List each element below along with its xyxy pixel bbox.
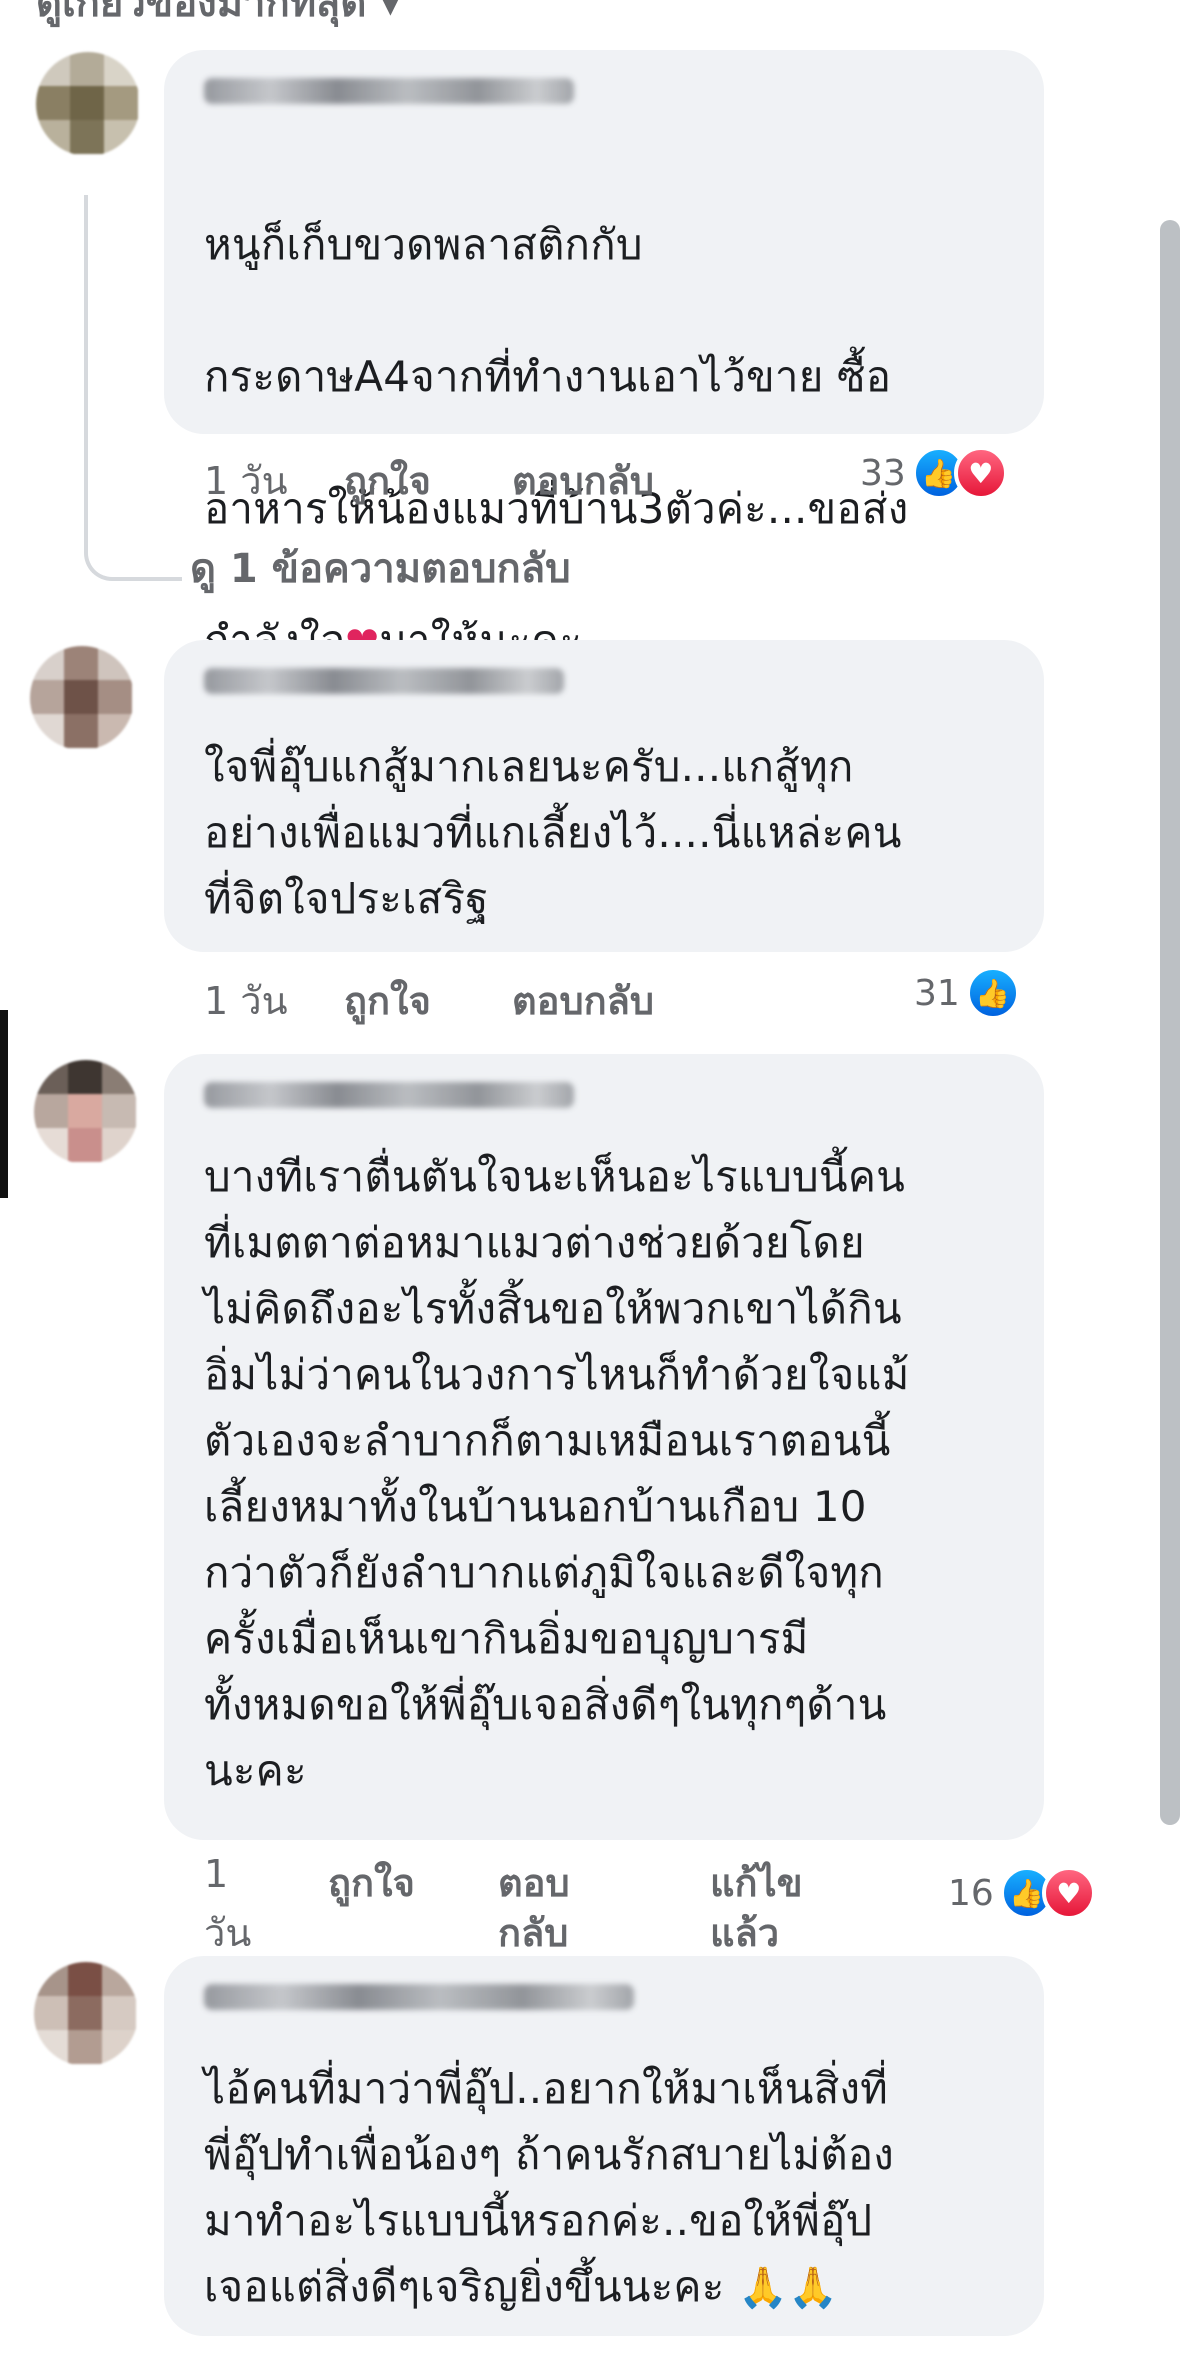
avatar[interactable]: [30, 646, 134, 750]
reaction-count: 16: [948, 1872, 994, 1914]
commenter-name-blurred[interactable]: [204, 1082, 574, 1108]
like-reaction-icon: 👍: [965, 966, 1020, 1020]
reaction-summary[interactable]: 16 👍 ♥: [948, 1866, 1096, 1920]
pray-emoji-icon: 🙏🙏: [738, 2265, 839, 2311]
comment-bubble: บางทีเราตื่นตันใจนะเห็นอะไรแบบนี้คน ที่เ…: [164, 1054, 1044, 1840]
view-replies-link[interactable]: ดู 1 ข้อความตอบกลับ: [190, 536, 571, 600]
comment-time[interactable]: 1 วัน: [204, 450, 288, 511]
comment-text: บางทีเราตื่นตันใจนะเห็นอะไรแบบนี้คน ที่เ…: [204, 1152, 910, 1795]
love-reaction-icon: ♥: [1041, 1866, 1096, 1920]
like-button[interactable]: ถูกใจ: [328, 1852, 415, 1913]
reaction-count: 31: [914, 972, 960, 1014]
reaction-count: 33: [860, 452, 906, 494]
sort-label[interactable]: ดูเกี่ยวข้องมากที่สุด ▾: [36, 0, 400, 34]
left-edge-marker: [0, 1010, 8, 1198]
comment-bubble: ใจพี่อุ๊บแกสู้มากเลยนะครับ...แกสู้ทุก อย…: [164, 640, 1044, 952]
love-reaction-icon: ♥: [953, 446, 1008, 500]
comment-text: ไอ้คนที่มาว่าพี่อุ๊ป..อยากให้มาเห็นสิ่งท…: [204, 2064, 894, 2311]
comment-actions: 1 วัน ถูกใจ ตอบ กลับ แก้ไข แล้ว: [204, 1852, 1064, 1962]
comment-time[interactable]: 1: [204, 1852, 228, 1896]
like-button[interactable]: ถูกใจ: [344, 450, 431, 511]
reply-button[interactable]: ตอบกลับ: [512, 970, 654, 1031]
avatar[interactable]: [36, 52, 140, 156]
comments-page: ดูเกี่ยวข้องมากที่สุด ▾ หนูก็เก็บขวดพลาส…: [0, 0, 1200, 2356]
comment-time[interactable]: วัน: [204, 1902, 251, 1963]
commenter-name-blurred[interactable]: [204, 78, 574, 104]
reaction-summary[interactable]: 31 👍: [914, 966, 1020, 1020]
like-button[interactable]: ถูกใจ: [344, 970, 431, 1031]
edited-label[interactable]: แล้ว: [710, 1902, 779, 1963]
reply-button[interactable]: ตอบกลับ: [512, 450, 654, 511]
comment-time[interactable]: 1 วัน: [204, 970, 288, 1031]
avatar[interactable]: [34, 1060, 138, 1164]
avatar[interactable]: [34, 1962, 138, 2066]
reaction-summary[interactable]: 33 👍 ♥: [860, 446, 1008, 500]
reply-button[interactable]: กลับ: [498, 1902, 568, 1963]
comment-bubble: หนูก็เก็บขวดพลาสติกกับ กระดาษA4จากที่ทำง…: [164, 50, 1044, 665]
scrollbar-thumb[interactable]: [1160, 220, 1180, 1825]
commenter-name-blurred[interactable]: [204, 1984, 634, 2010]
comment-bubble: ไอ้คนที่มาว่าพี่อุ๊ป..อยากให้มาเห็นสิ่งท…: [164, 1956, 1044, 2336]
commenter-name-blurred[interactable]: [204, 668, 564, 694]
comment-text: ใจพี่อุ๊บแกสู้มากเลยนะครับ...แกสู้ทุก อย…: [204, 742, 902, 923]
